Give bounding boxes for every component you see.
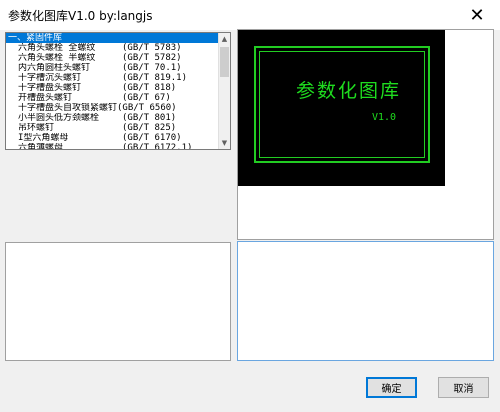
list-item[interactable]: 六角薄螺母 (GB/T 6172.1): [6, 143, 218, 150]
list-item-label: 十字槽盘头自攻锁紧螺钉(GB/T 6560): [18, 103, 177, 113]
scroll-down-icon[interactable]: ▼: [219, 137, 230, 149]
preview-panel: 参数化图库 V1.0: [237, 29, 494, 240]
preview-border-inner: [259, 51, 425, 158]
list-item[interactable]: I型六角螺母 (GB/T 6170): [6, 133, 218, 143]
preview-title: 参数化图库: [296, 80, 402, 102]
list-item-label: 十字槽盘头螺钉: [18, 83, 82, 93]
list-item-label: 十字槽沉头螺钉: [18, 73, 82, 83]
ok-button[interactable]: 确定: [366, 377, 417, 398]
list-item-label: 六角头螺栓 半螺纹: [18, 53, 96, 63]
window-title: 参数化图库V1.0 by:langjs: [8, 9, 153, 23]
list-item-label: 一、紧固件库: [8, 33, 63, 43]
part-list: 一、紧固件库 六角头螺栓 全螺纹 (GB/T 5783) 六角头螺栓 半螺纹 (GB/T…: [6, 33, 218, 150]
preview-version: V1.0: [372, 112, 397, 123]
list-item[interactable]: 十字槽盘头自攻锁紧螺钉(GB/T 6560): [6, 103, 218, 113]
list-item-code: (GB/T 819.1): [122, 73, 188, 83]
list-scrollbar[interactable]: ▲ ▼: [218, 33, 230, 149]
list-item-code: (GB/T 5783): [122, 43, 182, 53]
list-item[interactable]: 一、紧固件库: [6, 33, 218, 43]
list-item[interactable]: 十字槽盘头螺钉 (GB/T 818): [6, 83, 218, 93]
list-item[interactable]: 六角头螺栓 半螺纹 (GB/T 5782): [6, 53, 218, 63]
preview-canvas: 参数化图库 V1.0: [238, 30, 445, 186]
list-item-label: 吊环螺钉: [18, 123, 55, 133]
close-button[interactable]: ✕: [454, 0, 500, 30]
list-item-code: (GB/T 70.1): [122, 63, 182, 73]
list-item[interactable]: 小半圆头低方颈螺栓 (GB/T 801): [6, 113, 218, 123]
list-item-code: (GB/T 801): [122, 113, 177, 123]
list-item[interactable]: 吊环螺钉 (GB/T 825): [6, 123, 218, 133]
list-item[interactable]: 开槽盘头螺钉 (GB/T 67): [6, 93, 218, 103]
list-item-label: 小半圆头低方颈螺栓: [18, 113, 100, 123]
list-item-label: 六角薄螺母: [18, 143, 64, 150]
title-bar: 参数化图库V1.0 by:langjs ✕: [0, 0, 500, 30]
app-window: 参数化图库V1.0 by:langjs ✕ 一、紧固件库 六角头螺栓 全螺纹 (GB…: [0, 0, 500, 412]
detail-panel[interactable]: [237, 241, 494, 361]
list-item-label: 内六角圆柱头螺钉: [18, 63, 91, 73]
close-icon: ✕: [469, 4, 485, 26]
list-item-label: 开槽盘头螺钉: [18, 93, 73, 103]
scroll-up-icon[interactable]: ▲: [219, 33, 230, 45]
list-item-label: 六角头螺栓 全螺纹: [18, 43, 96, 53]
list-item[interactable]: 内六角圆柱头螺钉 (GB/T 70.1): [6, 63, 218, 73]
list-item-code: (GB/T 5782): [122, 53, 182, 63]
list-item-code: (GB/T 6170): [122, 133, 182, 143]
list-item-code: (GB/T 6172.1): [122, 143, 193, 150]
parameter-panel[interactable]: [5, 242, 231, 361]
list-item-code: (GB/T 67): [122, 93, 171, 103]
part-listbox[interactable]: 一、紧固件库 六角头螺栓 全螺纹 (GB/T 5783) 六角头螺栓 半螺纹 (GB/T…: [5, 32, 231, 150]
list-item[interactable]: 六角头螺栓 全螺纹 (GB/T 5783): [6, 43, 218, 53]
list-item-code: (GB/T 825): [122, 123, 177, 133]
list-item-code: (GB/T 818): [122, 83, 177, 93]
list-item-label: I型六角螺母: [18, 133, 69, 143]
scroll-thumb[interactable]: [220, 47, 229, 77]
list-item[interactable]: 十字槽沉头螺钉 (GB/T 819.1): [6, 73, 218, 83]
cancel-button[interactable]: 取消: [438, 377, 489, 398]
